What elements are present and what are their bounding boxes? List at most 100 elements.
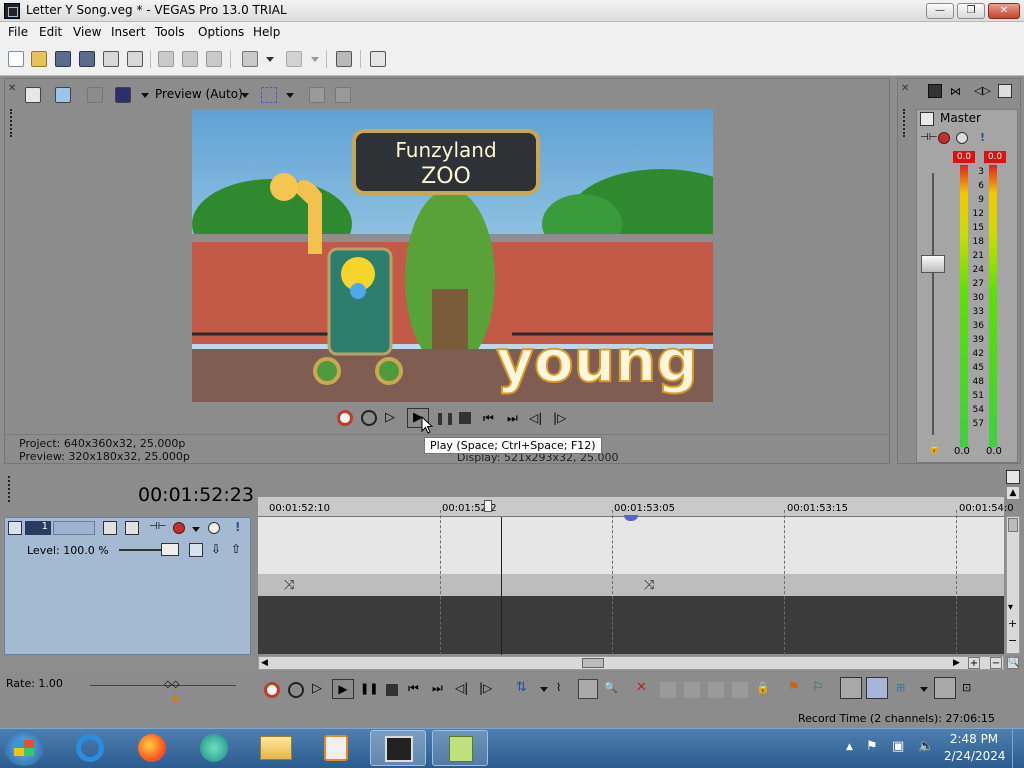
track-number[interactable]: 1 — [25, 521, 51, 535]
horizontal-scroll-thumb[interactable] — [582, 658, 604, 668]
track-solo-icon[interactable]: ! — [235, 520, 240, 534]
master-fx-icon[interactable] — [938, 132, 950, 144]
taskbar-firefox[interactable] — [124, 730, 180, 766]
clock-date[interactable]: 2/24/2024 — [944, 749, 1006, 763]
copy-snapshot-icon[interactable] — [309, 87, 325, 103]
timeline-prev-frame-icon[interactable]: ◁| — [455, 681, 471, 697]
close-button[interactable]: ✕ — [988, 3, 1020, 19]
action-center-flag-icon[interactable]: ⚑ — [866, 739, 878, 754]
lock-envelopes-icon[interactable]: ⊡ — [962, 681, 978, 697]
timeline-play-button[interactable]: ▶ — [332, 679, 354, 699]
delete-icon[interactable]: ✕ — [636, 680, 652, 696]
go-to-start-icon[interactable]: ⏮ — [483, 410, 499, 426]
track-fx-icon[interactable] — [173, 522, 185, 534]
vertical-scroll-thumb[interactable] — [1008, 518, 1018, 532]
scroll-left-icon[interactable]: ◀ — [261, 658, 268, 668]
vertical-zoom-out-icon[interactable]: − — [1008, 634, 1017, 647]
timeline-record-icon[interactable] — [264, 682, 280, 698]
lock-events-icon[interactable]: 🔒 — [756, 681, 772, 697]
compositing-mode-icon[interactable] — [125, 521, 139, 535]
track-collapse-icon[interactable] — [8, 521, 22, 535]
play-from-start-icon[interactable]: ▷ — [385, 410, 401, 426]
go-to-end-icon[interactable]: ⏭ — [507, 410, 523, 426]
taskbar-vegas-pro[interactable] — [370, 730, 426, 766]
panel-grip[interactable] — [10, 109, 12, 137]
panel-close-icon[interactable]: ✕ — [8, 83, 16, 94]
make-compositing-parent-icon[interactable]: ⇧ — [231, 542, 241, 556]
trim-start-icon[interactable] — [684, 682, 700, 698]
trim-icon[interactable] — [660, 682, 676, 698]
menu-edit[interactable]: Edit — [39, 25, 62, 39]
volume-icon[interactable]: 🔈 — [918, 739, 934, 754]
insert-marker-icon[interactable]: ⚑ — [788, 680, 804, 696]
playhead-marker[interactable] — [484, 500, 492, 512]
overlays-dropdown-icon[interactable] — [286, 93, 294, 98]
track-fx-dropdown-icon[interactable] — [192, 527, 200, 532]
scroll-right-icon[interactable]: ▶ — [953, 658, 960, 668]
save-icon[interactable] — [55, 51, 71, 67]
timeline-loop-icon[interactable] — [288, 682, 304, 698]
crossfade-icon[interactable]: ⤨ — [644, 578, 654, 593]
horizontal-scrollbar[interactable] — [258, 656, 1004, 670]
video-track-lane[interactable] — [258, 517, 1004, 574]
menu-options[interactable]: Options — [198, 25, 244, 39]
menu-tools[interactable]: Tools — [155, 25, 185, 39]
clock-time[interactable]: 2:48 PM — [944, 732, 1004, 746]
timeline-go-to-start-icon[interactable]: ⏮ — [408, 681, 424, 697]
overlays-grid-icon[interactable] — [261, 87, 277, 103]
show-desktop-button[interactable] — [1012, 729, 1024, 768]
menu-help[interactable]: Help — [253, 25, 280, 39]
vertical-scroll-up-icon[interactable]: ▲ — [1006, 486, 1020, 500]
zoom-in-time-icon[interactable]: + — [968, 657, 980, 669]
cut-icon[interactable] — [158, 51, 174, 67]
maximize-button[interactable]: ❐ — [957, 3, 985, 19]
timeline-stop-icon[interactable] — [386, 684, 398, 696]
crossfade-icon[interactable]: ⤨ — [284, 578, 294, 593]
network-icon[interactable]: ▣ — [892, 739, 904, 754]
lock-icon[interactable]: 🔒 — [928, 443, 940, 454]
insert-region-icon[interactable]: ⚐ — [812, 680, 828, 696]
zoom-out-time-icon[interactable]: − — [990, 657, 1002, 669]
envelope-tool-icon[interactable]: ⌇ — [556, 681, 572, 697]
taskbar-notepad[interactable] — [432, 730, 488, 766]
vegas-app-icon[interactable] — [4, 3, 20, 19]
timeline-next-frame-icon[interactable]: |▷ — [479, 681, 495, 697]
split-icon[interactable] — [732, 682, 748, 698]
empty-track-lane[interactable] — [258, 596, 1004, 654]
preview-properties-icon[interactable] — [25, 87, 41, 103]
timeline-play-from-start-icon[interactable]: ▷ — [312, 681, 328, 697]
taskbar-media-app[interactable] — [186, 730, 242, 766]
zoom-tool-icon[interactable]: 🔍 — [1007, 657, 1019, 669]
vertical-zoom-in-icon[interactable]: + — [1008, 617, 1017, 630]
track-name-field[interactable] — [53, 521, 95, 535]
timeline-grip[interactable] — [8, 476, 10, 502]
render-as-icon[interactable] — [103, 51, 119, 67]
snapping-dropdown-icon[interactable] — [920, 687, 928, 692]
pause-icon[interactable]: ❚❚ — [435, 410, 455, 426]
edit-tool-dropdown-icon[interactable] — [540, 687, 548, 692]
master-panel-close-icon[interactable]: ✕ — [901, 83, 909, 94]
whats-this-help-icon[interactable] — [370, 51, 386, 67]
auto-crossfade-icon[interactable] — [866, 677, 888, 699]
menu-file[interactable]: File — [8, 25, 28, 39]
taskbar-internet-explorer[interactable] — [62, 730, 118, 766]
normal-edit-tool-icon[interactable]: ⇅ — [516, 680, 532, 696]
master-volume-fader[interactable] — [921, 255, 945, 273]
transition-lane[interactable] — [258, 574, 1004, 596]
minimize-button[interactable]: — — [926, 3, 954, 19]
time-display[interactable]: 00:01:52:23 — [138, 484, 254, 506]
timeline-pause-icon[interactable]: ❚❚ — [360, 682, 378, 698]
pan-icon[interactable]: ⊣⊢ — [920, 132, 937, 143]
make-compositing-child-icon[interactable]: ⇩ — [211, 542, 221, 556]
open-folder-icon[interactable] — [31, 51, 47, 67]
track-mute-icon[interactable] — [208, 522, 220, 534]
show-hidden-icons-icon[interactable]: ▲ — [846, 742, 853, 752]
ignore-event-grouping-icon[interactable] — [934, 677, 956, 699]
mute-icon[interactable] — [956, 132, 968, 144]
master-insert-icon[interactable] — [920, 112, 934, 126]
copy-icon[interactable] — [182, 51, 198, 67]
solo-icon[interactable]: ! — [980, 131, 985, 144]
menu-insert[interactable]: Insert — [111, 25, 145, 39]
level-slider-thumb[interactable] — [161, 543, 179, 556]
undo-dropdown-icon[interactable] — [266, 57, 274, 62]
